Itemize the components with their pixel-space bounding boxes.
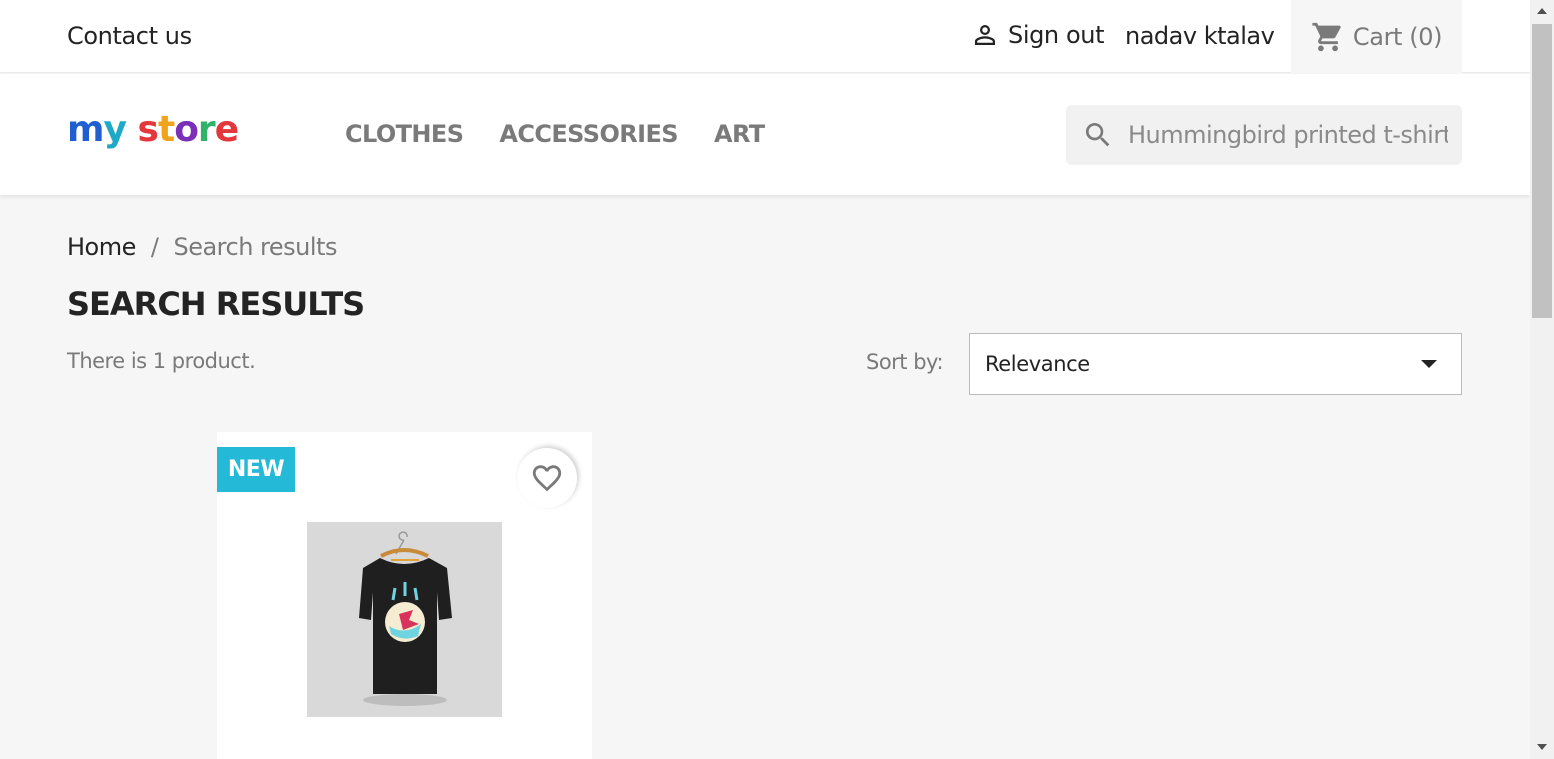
cart-button[interactable]: Cart (0) bbox=[1291, 0, 1462, 73]
search-icon[interactable] bbox=[1082, 119, 1114, 151]
account-name-link[interactable]: nadav ktalav bbox=[1125, 22, 1275, 50]
breadcrumb-separator: / bbox=[150, 233, 159, 261]
main-header: my store CLOTHES ACCESSORIES ART bbox=[0, 74, 1530, 195]
page-scrollbar[interactable] bbox=[1530, 0, 1554, 759]
search-input[interactable] bbox=[1128, 121, 1448, 149]
nav-item-clothes[interactable]: CLOTHES bbox=[345, 120, 464, 148]
scrollbar-thumb[interactable] bbox=[1532, 24, 1552, 318]
wishlist-button[interactable] bbox=[517, 448, 577, 508]
user-icon bbox=[975, 25, 995, 45]
store-logo[interactable]: my store bbox=[67, 112, 239, 148]
main-nav: CLOTHES ACCESSORIES ART bbox=[345, 120, 765, 148]
cart-icon bbox=[1312, 22, 1341, 51]
caret-down-icon bbox=[1421, 360, 1437, 368]
nav-item-accessories[interactable]: ACCESSORIES bbox=[499, 120, 678, 148]
sign-out-link[interactable]: Sign out bbox=[970, 20, 1104, 50]
breadcrumb: Home / Search results bbox=[67, 233, 337, 261]
tshirt-image bbox=[359, 531, 452, 706]
breadcrumb-home[interactable]: Home bbox=[67, 233, 136, 261]
scroll-up-icon[interactable] bbox=[1537, 8, 1547, 14]
product-count: There is 1 product. bbox=[67, 349, 256, 373]
breadcrumb-current: Search results bbox=[173, 233, 337, 261]
new-badge: NEW bbox=[217, 447, 295, 492]
sort-value: Relevance bbox=[985, 352, 1090, 376]
top-bar: Contact us Sign out nadav ktalav Cart (0… bbox=[0, 0, 1530, 73]
cart-label: Cart (0) bbox=[1352, 22, 1443, 51]
nav-item-art[interactable]: ART bbox=[714, 120, 765, 148]
page-title: SEARCH RESULTS bbox=[67, 285, 365, 323]
product-card[interactable]: NEW bbox=[217, 432, 592, 759]
sort-label: Sort by: bbox=[866, 350, 944, 374]
sign-out-label: Sign out bbox=[1008, 21, 1105, 49]
contact-us-link[interactable]: Contact us bbox=[67, 22, 192, 50]
search-box bbox=[1066, 105, 1462, 165]
heart-icon bbox=[532, 465, 562, 492]
scroll-down-icon[interactable] bbox=[1537, 744, 1547, 750]
sort-select[interactable]: Relevance bbox=[969, 333, 1462, 395]
product-image[interactable] bbox=[307, 522, 502, 717]
